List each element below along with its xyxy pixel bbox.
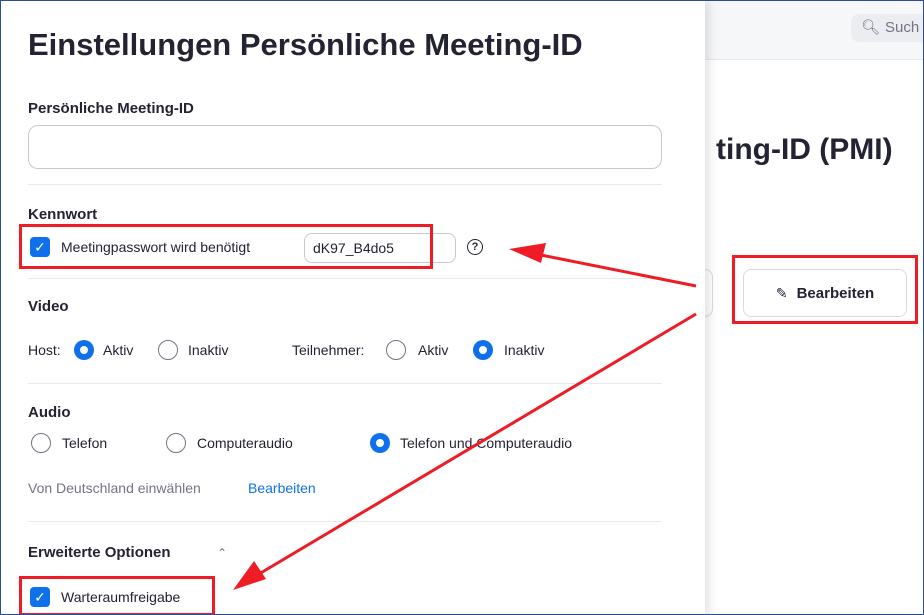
participants-label: Teilnehmer: xyxy=(292,342,365,358)
top-bar: 🔍︎ Such xyxy=(701,1,923,60)
divider xyxy=(28,521,662,522)
pmi-input[interactable] xyxy=(28,125,662,169)
password-highlight-box xyxy=(19,224,433,269)
chevron-up-icon[interactable]: ⌃ xyxy=(217,546,227,560)
audio-computer-label: Computeraudio xyxy=(197,435,293,451)
host-video-on-radio[interactable] xyxy=(74,340,94,360)
host-video-on-label: Aktiv xyxy=(103,342,134,358)
pmi-label: Persönliche Meeting-ID xyxy=(28,100,194,117)
dial-in-edit-link[interactable]: Bearbeiten xyxy=(248,480,316,496)
search-box[interactable]: 🔍︎ Such xyxy=(851,14,923,42)
screenshot-frame: 🔍︎ Such ting-ID (PMI) ✎ Bearbeiten Einste… xyxy=(0,0,924,615)
participants-video-off-radio[interactable] xyxy=(473,340,493,360)
divider xyxy=(28,383,662,384)
password-section-label: Kennwort xyxy=(28,206,98,223)
audio-phone-radio[interactable] xyxy=(31,433,51,453)
host-video-off-radio[interactable] xyxy=(158,340,178,360)
host-label: Host: xyxy=(28,342,61,358)
advanced-options-label[interactable]: Erweiterte Optionen xyxy=(28,544,171,561)
host-video-off-label: Inaktiv xyxy=(188,342,229,358)
audio-computer-radio[interactable] xyxy=(166,433,186,453)
search-placeholder: Such xyxy=(885,19,920,36)
dial-in-text: Von Deutschland einwählen xyxy=(28,480,201,496)
audio-both-radio[interactable] xyxy=(370,433,390,453)
participants-video-on-label: Aktiv xyxy=(418,342,449,358)
divider xyxy=(28,278,662,279)
video-section-label: Video xyxy=(28,298,69,315)
audio-both-label: Telefon und Computeraudio xyxy=(400,435,573,451)
participants-video-on-radio[interactable] xyxy=(386,340,406,360)
divider xyxy=(28,184,662,185)
search-icon: 🔍︎ xyxy=(861,19,881,36)
question-circle-icon[interactable]: ? xyxy=(467,239,483,255)
edit-button-highlight-box xyxy=(732,255,918,324)
participants-video-off-label: Inaktiv xyxy=(504,342,545,358)
pmi-settings-dialog: Einstellungen Persönliche Meeting-ID Per… xyxy=(1,1,705,614)
audio-section-label: Audio xyxy=(28,404,71,421)
page-heading: ting-ID (PMI) xyxy=(716,133,893,166)
audio-phone-label: Telefon xyxy=(62,435,108,451)
waiting-room-highlight-box xyxy=(19,576,215,614)
dialog-title: Einstellungen Persönliche Meeting-ID xyxy=(28,27,583,62)
